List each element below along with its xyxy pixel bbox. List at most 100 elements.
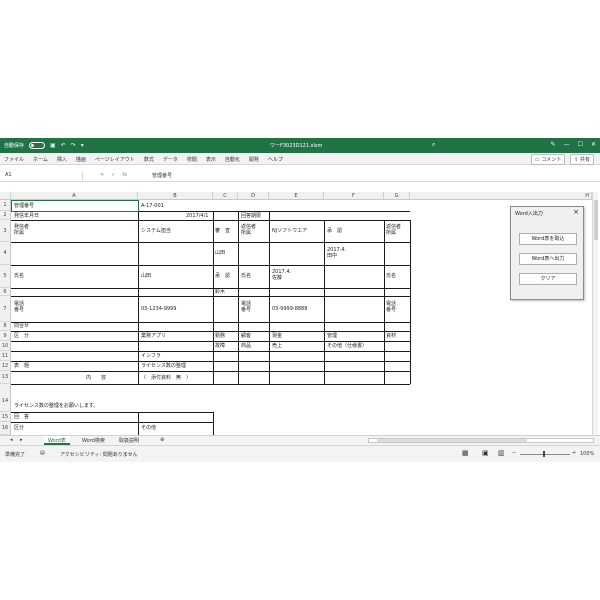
cell-a3[interactable]: 発信者 所属 [14, 224, 29, 236]
cell-g3[interactable]: 返信者 所属 [386, 224, 401, 236]
cell-e3[interactable]: Njソフトウエア [272, 228, 307, 234]
vertical-scroll-thumb[interactable] [594, 200, 598, 240]
tab-review[interactable]: 校閲 [187, 156, 197, 163]
zoom-in-icon[interactable]: + [572, 450, 576, 456]
cell-a14[interactable]: ライセンス数の整理をお願いします。 [14, 403, 98, 409]
row-header-14[interactable]: 14 [0, 384, 11, 412]
cell-f4[interactable]: 2017.4. 田中 [327, 247, 346, 259]
cell-c10[interactable]: 故障 [215, 343, 225, 349]
cell-b1[interactable]: A-17-001 [141, 203, 164, 209]
cell-a8[interactable]: 問合せ [14, 323, 29, 329]
page-layout-view-icon[interactable]: ▣ [482, 449, 489, 457]
cell-e9[interactable]: 現金 [272, 333, 282, 339]
row-header-11[interactable]: 11 [0, 351, 11, 361]
cancel-icon[interactable]: ✕ [100, 172, 104, 178]
row-header-1[interactable]: 1 [0, 200, 11, 211]
column-header-a[interactable]: A [11, 192, 138, 200]
cell-b2[interactable]: 2017/4/1 [186, 213, 208, 219]
tab-data[interactable]: データ [163, 156, 178, 163]
cell-a7[interactable]: 電話 番号 [14, 301, 24, 313]
cell-g5[interactable]: 氏名 [386, 273, 396, 279]
tab-developer[interactable]: 開発 [249, 156, 259, 163]
sheet-tab-word-search[interactable]: Word検索 [78, 436, 109, 445]
name-box[interactable]: A1 [3, 172, 83, 181]
autosave-toggle[interactable] [29, 142, 46, 149]
prev-sheet-icon[interactable]: ◂ [6, 436, 17, 445]
pen-icon[interactable]: ✎ [551, 141, 556, 148]
cell-d3[interactable]: 返信者 所属 [241, 224, 256, 236]
horizontal-scrollbar[interactable] [368, 438, 594, 443]
tab-file[interactable]: ファイル [4, 156, 24, 163]
row-header-2[interactable]: 2 [0, 211, 11, 220]
cell-a2[interactable]: 発信年月日 [14, 213, 39, 219]
tab-home[interactable]: ホーム [33, 156, 48, 163]
cell-g7[interactable]: 電話 番号 [386, 301, 396, 313]
cell-d9[interactable]: 顧客 [241, 333, 251, 339]
cell-f9[interactable]: 管理 [327, 333, 337, 339]
tab-help[interactable]: ヘルプ [268, 156, 283, 163]
row-header-16[interactable]: 16 [0, 422, 11, 435]
share-button[interactable]: ⇪ 共有 [570, 154, 594, 165]
maximize-icon[interactable]: ☐ [578, 141, 583, 148]
cell-d2[interactable]: 回答期限 [241, 213, 261, 219]
row-header-3[interactable]: 3 [0, 220, 11, 242]
page-break-view-icon[interactable]: ▥ [498, 449, 505, 457]
import-word-table-button[interactable]: Word表を取込 [519, 233, 577, 245]
cell-a15[interactable]: 回 答 [14, 414, 29, 420]
row-header-5[interactable]: 5 [0, 265, 11, 288]
tab-automate[interactable]: 自動化 [225, 156, 240, 163]
column-header-b[interactable]: B [138, 192, 213, 200]
fx-icon[interactable]: fx [122, 172, 127, 178]
zoom-slider[interactable] [520, 454, 570, 455]
close-icon[interactable]: ✕ [591, 141, 596, 148]
cell-e5[interactable]: 2017.4. 佐藤 [272, 269, 291, 281]
cell-d7[interactable]: 電話 番号 [241, 301, 251, 313]
row-header-9[interactable]: 9 [0, 331, 11, 341]
formula-input[interactable]: 管理番号 [152, 172, 172, 179]
cell-b16[interactable]: その他 [141, 425, 156, 431]
search-icon[interactable]: ⌕ [432, 141, 435, 149]
minimize-icon[interactable]: — [564, 141, 570, 148]
cell-d10[interactable]: 商品 [241, 343, 251, 349]
zoom-slider-handle[interactable] [543, 451, 545, 457]
cell-a1[interactable]: 管理番号 [14, 203, 34, 209]
export-word-table-button[interactable]: Word表へ出力 [519, 253, 577, 265]
cell-b5[interactable]: 山田 [141, 273, 151, 279]
select-all-corner[interactable] [0, 192, 11, 200]
row-header-15[interactable]: 15 [0, 412, 11, 422]
cell-f3[interactable]: 承 認 [327, 228, 342, 234]
cell-a16[interactable]: 区分 [14, 425, 24, 431]
cell-e7[interactable]: 03-9999-8888 [272, 306, 307, 312]
cell-g9[interactable]: 資材 [386, 333, 396, 339]
vertical-scrollbar[interactable] [592, 192, 598, 435]
next-sheet-icon[interactable]: ▸ [16, 436, 27, 445]
column-header-e[interactable]: E [269, 192, 324, 200]
cell-b13[interactable]: （ 添付資料 無 ） [141, 375, 191, 381]
cell-c4[interactable]: 山田 [215, 250, 225, 256]
clear-button[interactable]: クリア [519, 273, 577, 285]
zoom-out-icon[interactable]: − [512, 450, 516, 456]
worksheet-grid[interactable]: A B C D E F G H 1 2 3 4 5 6 7 8 9 10 11 … [0, 192, 598, 435]
cell-c3[interactable]: 審 査 [215, 228, 230, 234]
row-header-12[interactable]: 12 [0, 361, 11, 371]
column-header-c[interactable]: C [213, 192, 238, 200]
sheet-tab-instructions[interactable]: 取扱説明 [115, 436, 143, 445]
cell-c9[interactable]: 勤務 [215, 333, 225, 339]
redo-icon[interactable]: ↷ [71, 142, 76, 149]
cell-e10[interactable]: 売上 [272, 343, 282, 349]
cell-b11[interactable]: インフラ [141, 353, 161, 359]
macro-record-icon[interactable]: ▤ [40, 450, 45, 456]
row-header-10[interactable]: 10 [0, 341, 11, 351]
row-header-8[interactable]: 8 [0, 322, 11, 331]
normal-view-icon[interactable]: ▦ [462, 449, 469, 457]
cell-c6[interactable]: 鈴木 [215, 289, 225, 295]
save-icon[interactable]: ▣ [50, 142, 56, 149]
column-header-f[interactable]: F [324, 192, 384, 200]
tab-draw[interactable]: 描画 [76, 156, 86, 163]
cell-a5[interactable]: 氏名 [14, 273, 24, 279]
enter-icon[interactable]: ✓ [111, 172, 115, 178]
document-title[interactable]: ワーF3023D121.xlsm [270, 142, 322, 149]
column-header-g[interactable]: G [384, 192, 410, 200]
tab-page-layout[interactable]: ページレイアウト [95, 156, 135, 163]
undo-icon[interactable]: ↶ [61, 142, 66, 149]
